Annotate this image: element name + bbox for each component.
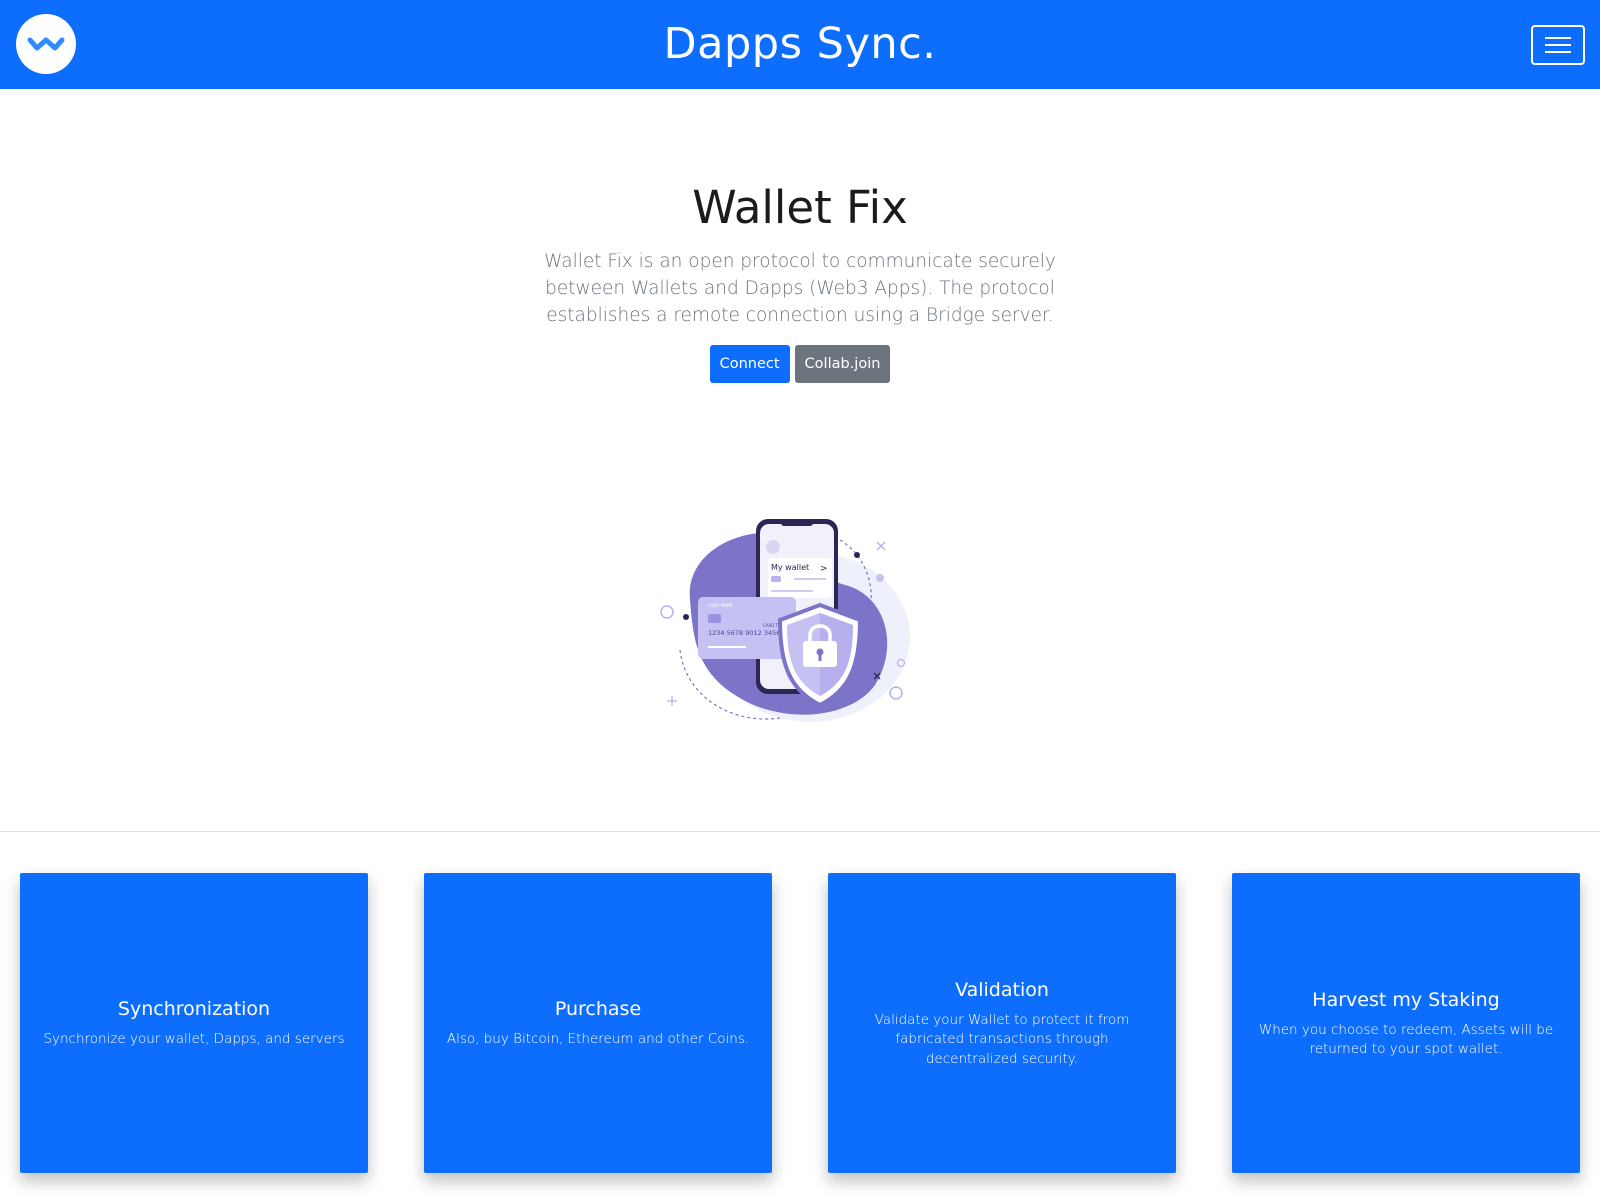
hamburger-menu-icon[interactable] [1531, 25, 1585, 65]
feature-text: Synchronize your wallet, Dapps, and serv… [43, 1031, 345, 1048]
feature-text: Validate your Wallet to protect it from … [874, 1011, 1130, 1067]
feature-card-synchronization[interactable]: Synchronization Synchronize your wallet,… [20, 873, 368, 1173]
phone-wallet-label: My wallet [771, 563, 809, 572]
svg-text:CARD NAME: CARD NAME [708, 603, 733, 608]
feature-card-harvest-staking[interactable]: Harvest my Staking When you choose to re… [1232, 873, 1580, 1173]
svg-text:>: > [820, 564, 828, 574]
brand-title[interactable]: Dapps Sync. [0, 14, 1600, 74]
hero-description: Wallet Fix is an open protocol to commun… [544, 251, 1056, 326]
hero-buttons: Connect Collab.join [0, 345, 1600, 383]
section-divider [0, 831, 1600, 832]
wallet-security-illustration: My wallet > CARD NAME 1234 5678 9012 345… [660, 515, 940, 740]
feature-title: Validation [955, 978, 1049, 1001]
card-number: 1234 5678 9012 3456 [708, 629, 780, 637]
feature-title: Synchronization [117, 998, 271, 1021]
feature-card-validation[interactable]: Validation Validate your Wallet to prote… [828, 873, 1176, 1173]
feature-card-purchase[interactable]: Purchase Also, buy Bitcoin, Ethereum and… [424, 873, 772, 1173]
feature-title: Harvest my Staking [1312, 988, 1500, 1011]
navbar: Dapps Sync. [0, 0, 1600, 89]
feature-title: Purchase [554, 998, 642, 1021]
page-title: Wallet Fix [692, 181, 908, 234]
feature-text: When you choose to redeem, Assets will b… [1258, 1021, 1554, 1058]
connect-button[interactable]: Connect [709, 345, 790, 383]
collab-join-button[interactable]: Collab.join [794, 345, 891, 383]
feature-text: Also, buy Bitcoin, Ethereum and other Co… [446, 1031, 750, 1048]
